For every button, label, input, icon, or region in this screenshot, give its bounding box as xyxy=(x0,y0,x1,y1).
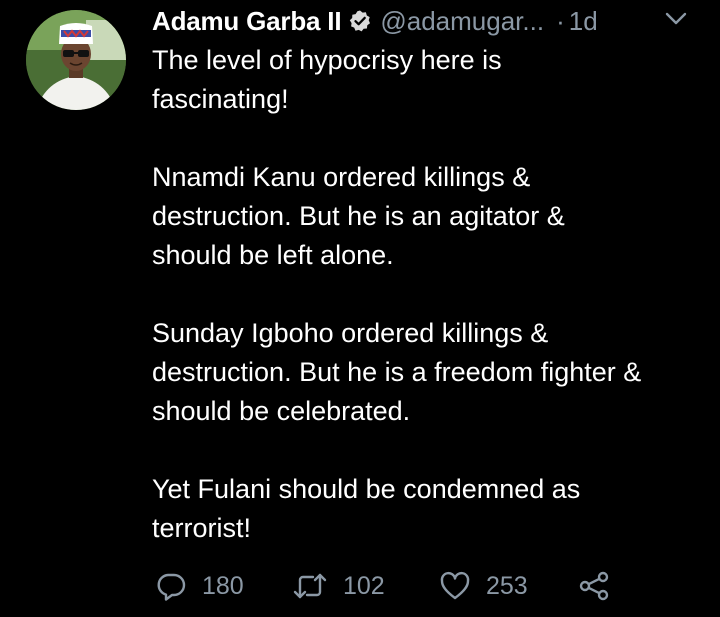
heart-icon xyxy=(440,571,470,600)
tweet-text-line: Sunday Igboho ordered killings & xyxy=(152,318,549,348)
share-button[interactable] xyxy=(577,566,611,606)
tweet-actions: 180 102 253 xyxy=(155,566,635,606)
retweet-count: 102 xyxy=(343,571,385,600)
tweet-text-line: terrorist! xyxy=(152,513,252,543)
like-button[interactable]: 253 xyxy=(439,566,528,606)
retweet-icon xyxy=(293,573,327,599)
tweet-text-line: should be celebrated. xyxy=(152,396,411,426)
separator-dot: · xyxy=(556,5,565,36)
verified-badge-icon xyxy=(350,10,371,32)
reply-icon xyxy=(157,573,186,601)
like-count: 253 xyxy=(486,571,528,600)
tweet[interactable]: Adamu Garba II @adamugar... · 1d The lev… xyxy=(0,0,720,617)
retweet-button[interactable]: 102 xyxy=(292,566,385,606)
tweet-timestamp[interactable]: 1d xyxy=(569,6,598,37)
tweet-text-line: Yet Fulani should be condemned as xyxy=(152,474,581,504)
chevron-down-icon[interactable] xyxy=(663,9,689,29)
avatar[interactable] xyxy=(26,10,126,110)
tweet-text-line xyxy=(152,119,712,158)
tweet-header: Adamu Garba II @adamugar... · 1d xyxy=(152,4,712,38)
reply-count: 180 xyxy=(202,571,244,600)
tweet-text-line: fascinating! xyxy=(152,84,289,114)
tweet-text-line: destruction. But he is a freedom fighter… xyxy=(152,357,642,387)
tweet-text-line xyxy=(152,275,712,314)
tweet-text-line: destruction. But he is an agitator & xyxy=(152,201,565,231)
share-icon xyxy=(579,571,609,601)
tweet-text-line: The level of hypocrisy here is xyxy=(152,45,502,75)
reply-button[interactable]: 180 xyxy=(155,566,244,606)
tweet-text: The level of hypocrisy here is fascinati… xyxy=(152,41,712,548)
author-handle[interactable]: @adamugar... xyxy=(380,6,544,37)
profile-photo xyxy=(26,10,126,110)
tweet-text-line: Nnamdi Kanu ordered killings & xyxy=(152,162,531,192)
tweet-text-line xyxy=(152,431,712,470)
author-display-name[interactable]: Adamu Garba II xyxy=(152,6,342,37)
tweet-text-line: should be left alone. xyxy=(152,240,394,270)
